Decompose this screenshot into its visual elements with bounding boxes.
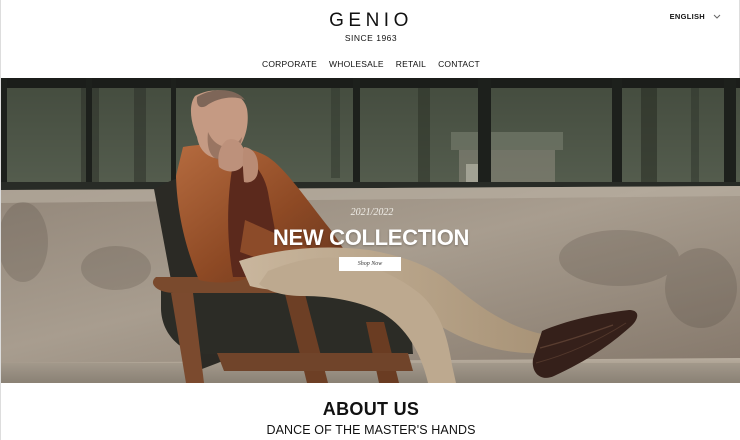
about-title: ABOUT US — [322, 399, 420, 419]
main-navigation: CORPORATE WHOLESALE RETAIL CONTACT — [1, 59, 740, 69]
page: GENIO SINCE 1963 ENGLISH CORPORATE WHOLE… — [0, 0, 740, 440]
site-header: GENIO SINCE 1963 ENGLISH CORPORATE WHOLE… — [1, 0, 740, 78]
collection-season: 2021/2022 — [350, 207, 394, 218]
hero-content: 2021/2022 NEW COLLECTION Shop Now — [1, 78, 740, 383]
hero-banner: 2021/2022 NEW COLLECTION Shop Now — [1, 78, 740, 383]
nav-retail[interactable]: RETAIL — [396, 59, 426, 69]
language-label: ENGLISH — [669, 12, 705, 21]
nav-wholesale[interactable]: WHOLESALE — [329, 59, 384, 69]
language-selector[interactable]: ENGLISH — [670, 12, 721, 21]
nav-contact[interactable]: CONTACT — [438, 59, 480, 69]
about-section: ABOUT US DANCE OF THE MASTER'S HANDS — [1, 383, 740, 440]
brand-tagline: SINCE 1963 — [344, 33, 398, 43]
chevron-down-icon — [713, 14, 721, 19]
shop-now-button[interactable]: Shop Now — [339, 257, 401, 271]
brand-logo[interactable]: GENIO SINCE 1963 — [1, 10, 740, 43]
about-subtitle: DANCE OF THE MASTER'S HANDS — [266, 423, 476, 437]
nav-corporate[interactable]: CORPORATE — [262, 59, 317, 69]
brand-name: GENIO — [329, 10, 413, 31]
new-collection-heading: NEW COLLECTION — [272, 225, 470, 250]
